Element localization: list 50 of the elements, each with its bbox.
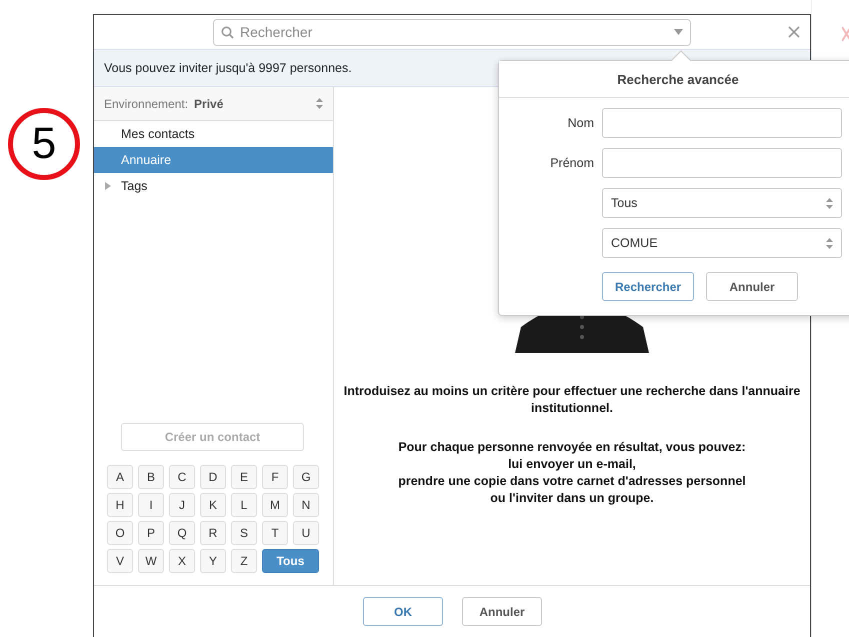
field-label: Prénom [549,156,594,170]
letter-filter-button[interactable]: R [200,521,226,545]
letter-filter-button[interactable]: F [262,465,288,489]
select-field[interactable]: COMUE [602,228,842,258]
dropdown-caret-icon[interactable] [674,29,683,35]
input-field[interactable] [602,148,842,178]
letter-filter-button[interactable]: J [169,493,195,517]
sort-arrows-icon [316,98,323,109]
field-label: Nom [566,116,594,130]
search-button[interactable]: Rechercher [602,272,694,301]
letter-filter-button[interactable]: W [138,549,164,573]
letter-filter-button[interactable]: U [293,521,319,545]
select-field[interactable]: Tous [602,188,842,218]
letter-filter-button[interactable]: X [169,549,195,573]
close-icon [842,26,849,42]
letter-filter-button[interactable]: I [138,493,164,517]
letter-filter-button[interactable]: P [138,521,164,545]
letter-filter-button[interactable]: B [138,465,164,489]
sort-arrows-icon [826,198,833,208]
letter-filter-button[interactable]: S [231,521,257,545]
environment-selector[interactable]: Environnement: Privé [94,87,333,121]
letter-filter-button[interactable]: Z [231,549,257,573]
search-icon [221,26,234,38]
letter-filter-button[interactable]: M [262,493,288,517]
help-text: Pour chaque personne renvoyée en résultat, vous pouvez: lui envoyer un e-mail, prendre une copie dans votre carnet d'adresses personnel ou l'inviter dans un groupe. [397,439,747,507]
cancel-button[interactable]: Annuler [706,272,798,301]
letter-filter-button[interactable]: H [107,493,133,517]
letter-filter-button[interactable]: L [231,493,257,517]
letter-filter-button[interactable]: Y [200,549,226,573]
letter-filter-button[interactable]: E [231,465,257,489]
letter-filter-button[interactable]: Q [169,521,195,545]
letter-filter-button[interactable]: A [107,465,133,489]
letter-filter-button[interactable]: C [169,465,195,489]
search-field[interactable]: Rechercher [213,18,691,46]
step-number: 5 [8,108,80,180]
sidebar-item[interactable]: Tags [94,173,333,199]
letter-filter-button[interactable]: K [200,493,226,517]
letter-filter-button[interactable]: N [293,493,319,517]
ok-button[interactable]: OK [363,597,443,626]
letter-filter-button[interactable]: T [262,521,288,545]
letter-filter-button[interactable]: D [200,465,226,489]
letter-filter-button[interactable]: V [107,549,133,573]
cancel-button[interactable]: Annuler [462,597,542,626]
letter-filter-button[interactable]: O [107,521,133,545]
input-field[interactable] [602,108,842,138]
expand-arrow-icon[interactable] [105,182,111,190]
letter-filter-button[interactable]: G [293,465,319,489]
help-text: Introduisez au moins un critère pour effectuer une recherche dans l'annuaire institutionnel. [342,383,802,417]
sort-arrows-icon [826,238,833,248]
sidebar-item[interactable]: Mes contacts [94,121,333,147]
